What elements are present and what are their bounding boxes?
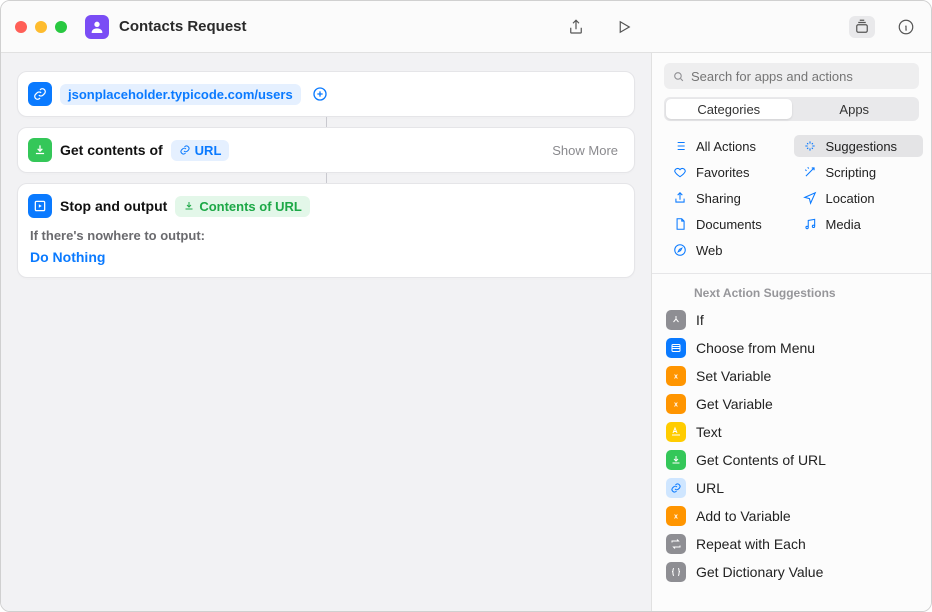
divider bbox=[652, 273, 931, 274]
category-documents[interactable]: Documents bbox=[664, 213, 794, 235]
suggestion-item[interactable]: Get Dictionary Value bbox=[660, 558, 923, 586]
nav-icon bbox=[802, 190, 818, 206]
category-suggestions[interactable]: Suggestions bbox=[794, 135, 924, 157]
category-favorites[interactable]: Favorites bbox=[664, 161, 794, 183]
suggestion-item[interactable]: Get Contents of URL bbox=[660, 446, 923, 474]
library-sidebar: Categories Apps All ActionsSuggestionsFa… bbox=[651, 53, 931, 611]
workflow-canvas[interactable]: jsonplaceholder.typicode.com/users Get c… bbox=[1, 53, 651, 611]
action-label: Get contents of bbox=[60, 142, 163, 158]
share-icon bbox=[672, 190, 688, 206]
shortcut-title[interactable]: Contacts Request bbox=[119, 18, 565, 35]
sparkle-icon bbox=[802, 138, 818, 154]
suggestion-item[interactable]: Repeat with Each bbox=[660, 530, 923, 558]
dict-icon bbox=[666, 562, 686, 582]
minimize-window[interactable] bbox=[35, 21, 47, 33]
titlebar: Contacts Request bbox=[1, 1, 931, 53]
action-get-contents-card[interactable]: Get contents of URL Show More bbox=[17, 127, 635, 173]
list-icon bbox=[672, 138, 688, 154]
category-media[interactable]: Media bbox=[794, 213, 924, 235]
suggestion-item[interactable]: URL bbox=[660, 474, 923, 502]
output-fallback-label: If there's nowhere to output: bbox=[30, 228, 624, 243]
suggestion-item[interactable]: Text bbox=[660, 418, 923, 446]
suggestions-header: Next Action Suggestions bbox=[652, 276, 931, 306]
music-icon bbox=[802, 216, 818, 232]
category-scripting[interactable]: Scripting bbox=[794, 161, 924, 183]
tab-apps[interactable]: Apps bbox=[792, 99, 918, 119]
heart-icon bbox=[672, 164, 688, 180]
suggestion-item[interactable]: If bbox=[660, 306, 923, 334]
svg-text:x: x bbox=[674, 514, 678, 521]
suggestion-item[interactable]: xAdd to Variable bbox=[660, 502, 923, 530]
var-icon: x bbox=[666, 394, 686, 414]
toolbar-actions bbox=[565, 16, 635, 38]
search-icon bbox=[672, 70, 685, 83]
link-icon bbox=[28, 82, 52, 106]
action-output-card[interactable]: Stop and output Contents of URL If there… bbox=[17, 183, 635, 278]
fallback-option[interactable]: Do Nothing bbox=[30, 249, 624, 265]
url-variable-token[interactable]: URL bbox=[171, 140, 230, 161]
suggestion-item[interactable]: Choose from Menu bbox=[660, 334, 923, 362]
show-more-button[interactable]: Show More bbox=[552, 143, 624, 158]
category-web[interactable]: Web bbox=[664, 239, 794, 261]
branch-icon bbox=[666, 310, 686, 330]
library-toggle-icon[interactable] bbox=[849, 16, 875, 38]
action-label: Stop and output bbox=[60, 198, 167, 214]
download-icon bbox=[28, 138, 52, 162]
category-all[interactable]: All Actions bbox=[664, 135, 794, 157]
toolbar-right bbox=[653, 16, 917, 38]
connector bbox=[326, 117, 327, 127]
suggestion-item[interactable]: xGet Variable bbox=[660, 390, 923, 418]
search-field[interactable] bbox=[664, 63, 919, 89]
connector bbox=[326, 173, 327, 183]
text-icon bbox=[666, 422, 686, 442]
action-url-card[interactable]: jsonplaceholder.typicode.com/users bbox=[17, 71, 635, 117]
svg-text:x: x bbox=[674, 374, 678, 381]
search-input[interactable] bbox=[691, 69, 911, 84]
category-sharing[interactable]: Sharing bbox=[664, 187, 794, 209]
var-icon: x bbox=[666, 506, 686, 526]
category-grid: All ActionsSuggestionsFavoritesScripting… bbox=[652, 131, 931, 271]
run-icon[interactable] bbox=[613, 16, 635, 38]
svg-text:x: x bbox=[674, 402, 678, 409]
app-window: Contacts Request bbox=[0, 0, 932, 612]
share-icon[interactable] bbox=[565, 16, 587, 38]
wand-icon bbox=[802, 164, 818, 180]
link-icon bbox=[666, 478, 686, 498]
suggestion-item[interactable]: xSet Variable bbox=[660, 362, 923, 390]
close-window[interactable] bbox=[15, 21, 27, 33]
info-icon[interactable] bbox=[895, 16, 917, 38]
repeat-icon bbox=[666, 534, 686, 554]
url-token[interactable]: jsonplaceholder.typicode.com/users bbox=[60, 84, 301, 105]
window-controls bbox=[15, 21, 67, 33]
contents-variable-token[interactable]: Contents of URL bbox=[175, 196, 310, 217]
shortcut-icon bbox=[85, 15, 109, 39]
zoom-window[interactable] bbox=[55, 21, 67, 33]
library-segmented-control[interactable]: Categories Apps bbox=[664, 97, 919, 121]
category-location[interactable]: Location bbox=[794, 187, 924, 209]
add-url-icon[interactable] bbox=[309, 83, 331, 105]
download-icon bbox=[666, 450, 686, 470]
tab-categories[interactable]: Categories bbox=[666, 99, 792, 119]
doc-icon bbox=[672, 216, 688, 232]
suggestions-list: IfChoose from MenuxSet VariablexGet Vari… bbox=[652, 306, 931, 594]
var-icon: x bbox=[666, 366, 686, 386]
menu-icon bbox=[666, 338, 686, 358]
output-icon bbox=[28, 194, 52, 218]
safari-icon bbox=[672, 242, 688, 258]
